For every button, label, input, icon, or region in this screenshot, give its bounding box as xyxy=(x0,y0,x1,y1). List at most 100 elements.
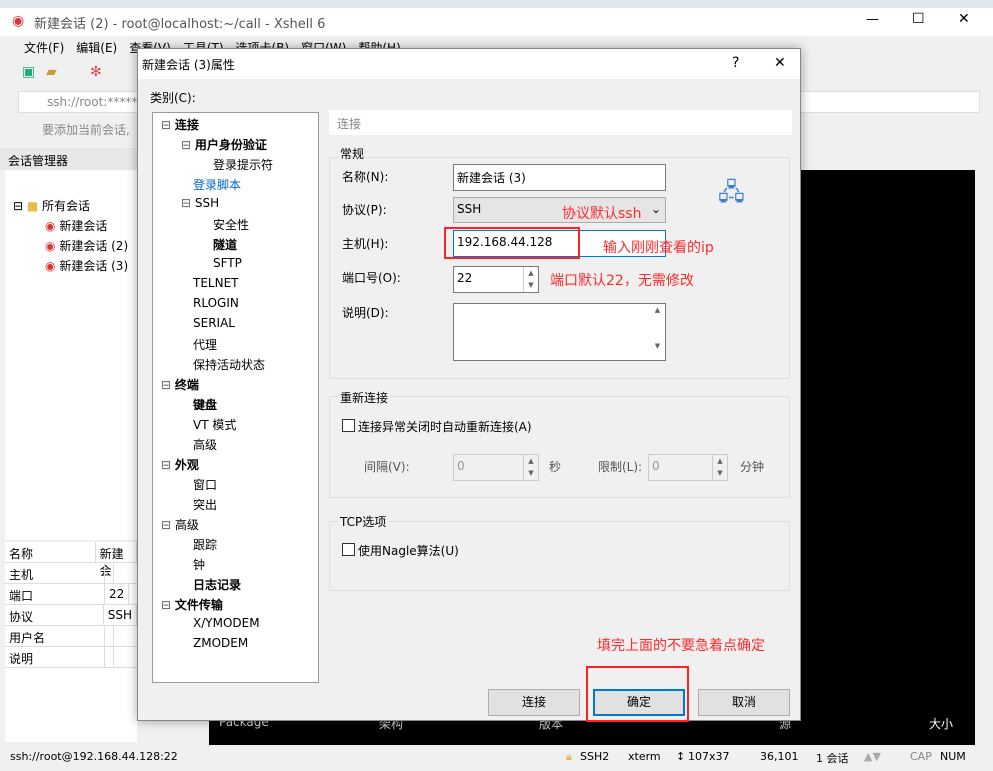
category-item[interactable]: RLOGIN xyxy=(193,296,239,310)
property-name: 主机 xyxy=(5,563,105,583)
tcp-group-title: TCP选项 xyxy=(338,513,389,530)
minimize-button[interactable]: — xyxy=(866,12,879,27)
category-item[interactable]: 键盘 xyxy=(193,396,217,413)
menu-file[interactable]: 文件(F) xyxy=(18,36,70,59)
session-tree: ⊟ ■ 所有会话 ◉ 新建会话 ◉ 新建会话 (2) ◉ 新建会话 (3) xyxy=(5,170,137,540)
spinner-arrows-icon[interactable]: ▲ ▼ xyxy=(523,267,538,292)
category-item[interactable]: 钟 xyxy=(193,556,205,573)
collapse-icon[interactable]: ⊟ xyxy=(161,118,175,132)
session-icon: ◉ xyxy=(45,219,56,233)
category-label: VT 模式 xyxy=(193,418,237,432)
category-item[interactable]: 窗口 xyxy=(193,476,217,493)
category-item[interactable]: ⊟ 文件传输 xyxy=(161,596,223,613)
interval-stepper[interactable]: 0 ▲ ▼ xyxy=(453,454,539,481)
category-item[interactable]: ⊟ 高级 xyxy=(161,516,199,533)
category-label: 跟踪 xyxy=(193,538,218,552)
host-label: 主机(H): xyxy=(342,237,389,251)
category-item[interactable]: ZMODEM xyxy=(193,636,248,650)
close-button[interactable]: ✕ xyxy=(958,11,970,27)
category-item[interactable]: ⊟ SSH xyxy=(181,196,219,210)
port-stepper[interactable]: 22 ▲ ▼ xyxy=(453,266,539,293)
category-label: TELNET xyxy=(193,276,239,290)
session-item[interactable]: ◉ 新建会话 (3) xyxy=(45,257,128,274)
collapse-icon[interactable]: ⊟ xyxy=(161,598,175,612)
label: 新建会话 (3) xyxy=(59,259,129,273)
category-item[interactable]: VT 模式 xyxy=(193,416,236,433)
auto-reconnect-label: 连接异常关闭时自动重新连接(A) xyxy=(358,420,532,434)
auto-reconnect-checkbox[interactable] xyxy=(342,419,355,432)
category-item[interactable]: SERIAL xyxy=(193,316,235,330)
seconds-unit: 秒 xyxy=(549,460,562,474)
category-label: SFTP xyxy=(213,256,242,270)
category-item[interactable]: SFTP xyxy=(213,256,242,270)
category-item[interactable]: ⊟ 用户身份验证 xyxy=(181,136,267,153)
open-folder-icon[interactable]: ▰ xyxy=(46,64,57,80)
category-item[interactable]: 保持活动状态 xyxy=(193,356,265,373)
category-label: 隧道 xyxy=(213,238,238,252)
collapse-icon[interactable]: ⊟ xyxy=(161,518,175,532)
main-title-bar: ◉ 新建会话 (2) - root@localhost:~/call - Xsh… xyxy=(0,8,993,36)
nagle-checkbox[interactable] xyxy=(342,543,355,556)
spinner-arrows-icon[interactable]: ▲ ▼ xyxy=(523,455,538,480)
cancel-button[interactable]: 取消 xyxy=(698,689,790,716)
category-item[interactable]: 突出 xyxy=(193,496,217,513)
category-item[interactable]: 隧道 xyxy=(213,236,237,253)
category-label: 高级 xyxy=(193,438,218,452)
table-row: 用户名 xyxy=(5,626,137,647)
help-button[interactable]: ? xyxy=(732,55,739,71)
general-group-title: 常规 xyxy=(338,145,367,162)
up-down-arrows-icon[interactable]: ▲▼ xyxy=(864,750,881,763)
category-item[interactable]: ⊟ 外观 xyxy=(161,456,199,473)
collapse-icon[interactable]: ⊟ xyxy=(181,138,195,152)
property-name: 用户名 xyxy=(5,626,105,646)
computer-network-icon: 🖧︎ xyxy=(718,178,745,206)
nagle-label: 使用Nagle算法(U) xyxy=(358,544,459,558)
limit-value: 0 xyxy=(652,459,660,473)
category-item[interactable]: 登录提示符 xyxy=(213,156,273,173)
menu-edit[interactable]: 编辑(E) xyxy=(70,36,123,59)
category-item[interactable]: X/YMODEM xyxy=(193,616,260,630)
disconnect-icon[interactable]: ✻ xyxy=(90,64,102,80)
status-sessions: 1 会话 xyxy=(816,752,849,765)
category-item[interactable]: TELNET xyxy=(193,276,239,290)
collapse-icon[interactable]: ⊟ xyxy=(181,196,195,210)
maximize-button[interactable]: ☐ xyxy=(912,11,925,27)
session-item[interactable]: ◉ 新建会话 xyxy=(45,217,107,234)
category-item[interactable]: 安全性 xyxy=(213,216,249,233)
annotation-ok-box xyxy=(586,666,689,722)
collapse-icon[interactable]: ⊟ xyxy=(161,458,175,472)
interval-label: 间隔(V): xyxy=(364,460,410,474)
table-row: 协议 SSH xyxy=(5,605,137,626)
name-input[interactable]: 新建会话 (3) xyxy=(453,164,666,191)
property-name: 协议 xyxy=(5,605,104,625)
category-item[interactable]: 高级 xyxy=(193,436,217,453)
status-size: 107x37 xyxy=(688,750,730,763)
connect-button[interactable]: 连接 xyxy=(488,689,580,716)
annotation-host-box xyxy=(444,227,580,259)
terminal-scrollbar[interactable] xyxy=(975,170,993,745)
dialog-close-button[interactable]: ✕ xyxy=(774,55,786,71)
category-label: 代理 xyxy=(193,338,218,352)
collapse-icon[interactable]: ⊟ xyxy=(161,378,175,392)
new-session-icon[interactable]: ▣ xyxy=(22,64,35,80)
spinner-arrows-icon[interactable]: ▲ ▼ xyxy=(712,455,727,480)
limit-stepper[interactable]: 0 ▲ ▼ xyxy=(648,454,728,481)
category-label: SSH xyxy=(194,196,220,210)
category-item[interactable]: 代理 xyxy=(193,336,217,353)
status-num: NUM xyxy=(940,750,966,763)
protocol-value: SSH xyxy=(457,202,482,216)
category-item[interactable]: 登录脚本 xyxy=(193,176,241,193)
category-label: 文件传输 xyxy=(174,598,223,612)
dialog-title-bar: 新建会话 (3)属性 ? ✕ xyxy=(138,49,800,79)
category-item[interactable]: ⊟ 终端 xyxy=(161,376,199,393)
description-textarea[interactable]: ▲ ▼ xyxy=(453,303,666,361)
session-item[interactable]: ◉ 新建会话 (2) xyxy=(45,237,128,254)
status-address: ssh://root@192.168.44.128:22 xyxy=(10,750,178,763)
interval-value: 0 xyxy=(457,459,465,473)
tree-all-sessions[interactable]: ⊟ ■ 所有会话 xyxy=(13,197,90,214)
category-label: RLOGIN xyxy=(193,296,239,310)
category-item[interactable]: ⊟ 连接 xyxy=(161,116,199,133)
category-item[interactable]: 日志记录 xyxy=(193,576,241,593)
textarea-scrollbar[interactable]: ▲ ▼ xyxy=(650,304,665,360)
category-item[interactable]: 跟踪 xyxy=(193,536,217,553)
